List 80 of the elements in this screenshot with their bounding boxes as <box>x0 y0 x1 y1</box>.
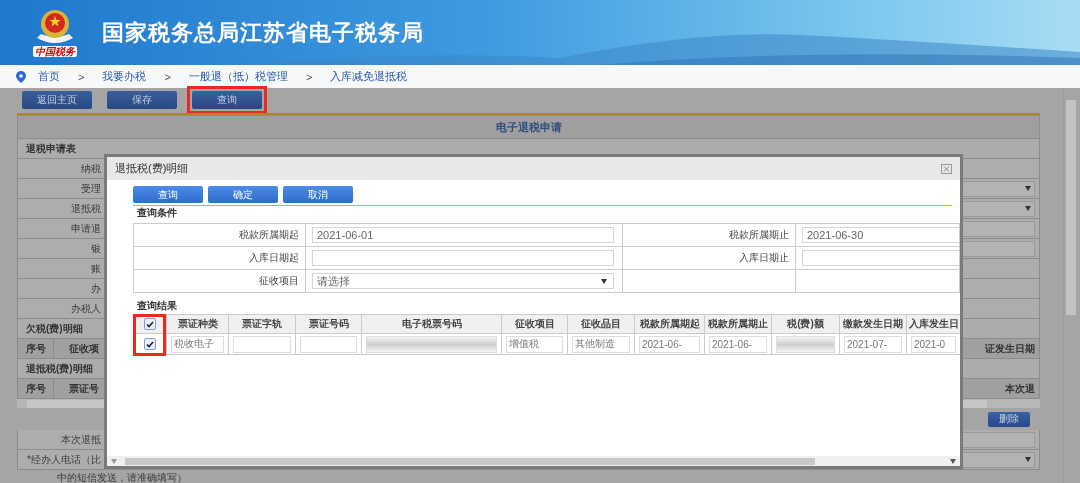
dropdown-arrow-icon <box>1025 186 1031 191</box>
column-header: 票证号码 <box>295 314 362 334</box>
breadcrumb-link[interactable]: 入库减免退抵税 <box>330 69 408 84</box>
field-label: 办税人 <box>71 301 101 316</box>
dropdown-arrow-icon <box>1025 457 1031 462</box>
checkbox[interactable] <box>144 338 156 350</box>
field-label: 纳税 <box>81 161 101 176</box>
select-field[interactable]: 请选择 <box>312 273 614 289</box>
toolbar-button[interactable]: 返回主页 <box>22 90 92 109</box>
column-header: 序号 <box>25 381 46 396</box>
column-header: 征收项目 <box>501 314 568 334</box>
column-header: 电子税票号码 <box>361 314 502 334</box>
input-field[interactable]: 增值税 <box>506 335 563 353</box>
breadcrumb-link[interactable]: 我要办税 <box>102 69 147 84</box>
close-icon[interactable] <box>941 163 952 174</box>
field-label: 申请退 <box>71 221 101 236</box>
location-pin-icon <box>16 70 26 83</box>
section-title: 退抵税(费)明细 <box>26 361 93 376</box>
dropdown-arrow-icon <box>1025 206 1031 211</box>
breadcrumb-separator: > <box>305 70 313 83</box>
column-header: 缴款发生日期 <box>839 314 907 334</box>
scroll-right-icon <box>950 458 956 464</box>
column-header: 证发生日期 <box>985 341 1035 356</box>
field-label: 银 <box>91 241 101 256</box>
logo-caption: 中国税务 <box>33 46 77 57</box>
toolbar-button[interactable]: 查询 <box>192 90 262 109</box>
column-header: 票证号 <box>68 381 99 396</box>
breadcrumb-separator: > <box>164 70 171 83</box>
column-header: 征收品目 <box>567 314 635 334</box>
panel-title: 电子退税申请 <box>495 119 562 135</box>
dialog-button[interactable]: 查询 <box>133 186 203 203</box>
breadcrumb-link[interactable]: 首页 <box>38 69 60 84</box>
input-field[interactable]: 2021-06- <box>709 335 767 353</box>
dialog-title: 退抵税(费)明细 <box>115 161 189 176</box>
column-header: 征收项 <box>68 341 99 356</box>
field-label: 入库日期起 <box>249 251 299 265</box>
dialog-button[interactable]: 取消 <box>283 186 353 203</box>
input-field[interactable]: 税收电子 <box>171 335 224 353</box>
toolbar-button[interactable]: 保存 <box>107 90 177 109</box>
input-field[interactable]: 2021-06-30 <box>802 227 959 243</box>
section-title: 欠税(费)明细 <box>26 321 83 336</box>
site-title: 国家税务总局江苏省电子税务局 <box>102 18 424 47</box>
input-field[interactable]: 其他制造 <box>572 335 630 353</box>
column-header: 序号 <box>25 341 46 356</box>
blurred-value <box>776 335 835 353</box>
section-title: 查询结果 <box>137 298 177 313</box>
column-header: 税(费)额 <box>771 314 840 334</box>
field-label: 税款所属期起 <box>239 228 299 242</box>
field-label: 入库日期止 <box>739 251 789 265</box>
section-title: 查询条件 <box>137 205 177 220</box>
delete-button[interactable]: 删除 <box>988 411 1030 427</box>
input-field[interactable]: 2021-06-01 <box>312 227 614 243</box>
checkbox[interactable] <box>144 318 156 330</box>
field-label: 退抵税 <box>71 201 101 216</box>
dialog-button[interactable]: 确定 <box>208 186 278 203</box>
column-header: 税款所属期起 <box>634 314 705 334</box>
column-header: 税款所属期止 <box>704 314 772 334</box>
field-label: *经办人电话（比 <box>27 452 101 467</box>
column-header: 票证种类 <box>166 314 229 334</box>
input-field[interactable]: 2021-0 <box>911 335 956 353</box>
breadcrumb-link[interactable]: 一般退（抵）税管理 <box>188 69 288 84</box>
column-header: 入库发生日 <box>906 314 960 334</box>
hint-text: 中的短信发送，请准确填写） <box>57 471 187 483</box>
input-field[interactable]: 2021-07- <box>844 335 902 353</box>
scroll-left-icon <box>111 458 117 464</box>
field-label: 账 <box>91 261 101 276</box>
field-label: 受理 <box>81 181 101 196</box>
field-label: 税款所属期止 <box>729 228 789 242</box>
breadcrumb-separator: > <box>78 70 85 83</box>
column-header: 票证字轨 <box>228 314 296 334</box>
field-label: 办 <box>91 281 101 296</box>
dropdown-arrow-icon <box>601 278 607 284</box>
column-header: 本次退 <box>1005 381 1035 396</box>
vertical-scrollbar[interactable] <box>1063 88 1078 483</box>
input-field[interactable]: 2021-06- <box>639 335 700 353</box>
field-label: 本次退抵 <box>61 432 101 447</box>
field-label: 征收项目 <box>259 274 299 288</box>
horizontal-scrollbar[interactable] <box>107 456 960 466</box>
section-title: 退税申请表 <box>26 141 76 156</box>
input-field[interactable] <box>312 250 614 266</box>
